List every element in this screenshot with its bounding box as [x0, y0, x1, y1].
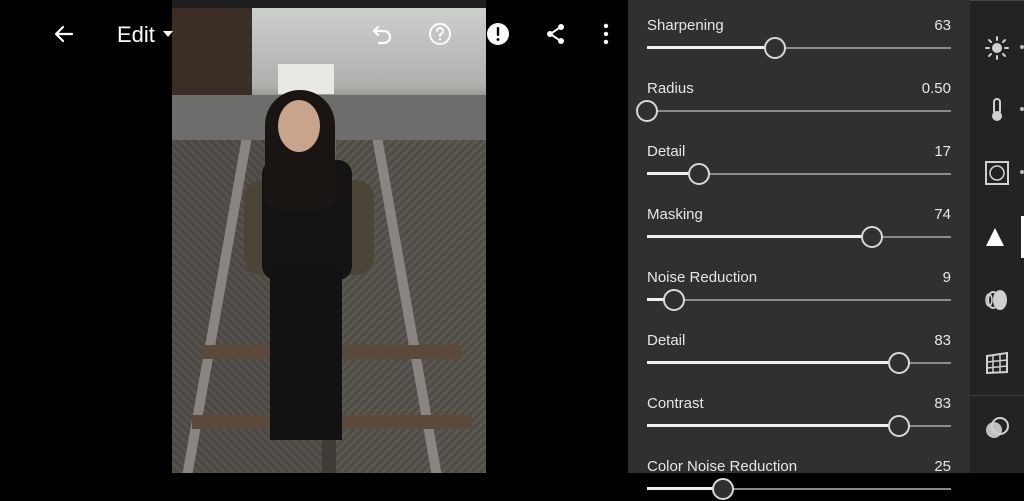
slider-detail: Detail 17 [628, 126, 970, 186]
slider-track[interactable] [647, 352, 951, 374]
slider-label: Noise Reduction [647, 269, 758, 286]
slider-fill [647, 361, 900, 364]
slider-label: Color Noise Reduction [647, 458, 798, 475]
slider-value: 74 [934, 206, 951, 223]
slider-track[interactable] [647, 478, 951, 500]
slider-track[interactable] [647, 163, 951, 185]
photo-bridge-top [172, 0, 486, 8]
slider-masking: Masking 74 [628, 189, 970, 249]
slider-value: 25 [934, 458, 951, 475]
slider-thumb[interactable] [888, 415, 911, 437]
slider-value: 63 [934, 17, 951, 34]
slider-track[interactable] [647, 415, 951, 437]
slider-label: Detail [647, 143, 686, 160]
vignette-icon [985, 161, 1009, 185]
edit-toolbar [970, 0, 1024, 473]
slider-label: Radius [647, 80, 694, 97]
back-button[interactable] [48, 18, 80, 50]
slider-color-noise-reduction: Color Noise Reduction 25 [628, 441, 970, 501]
dot-indicator [1020, 107, 1024, 111]
undo-icon [372, 25, 392, 45]
overlap-circles-icon [986, 417, 1009, 438]
slider-label: Contrast [647, 395, 704, 412]
slider-label: Sharpening [647, 17, 724, 34]
tool-color[interactable] [970, 90, 1024, 130]
lens-icon [985, 290, 1007, 310]
dot-indicator [1020, 170, 1024, 174]
sun-icon [985, 36, 1009, 60]
slider-track[interactable] [647, 37, 951, 59]
tool-mixer[interactable] [970, 408, 1024, 448]
geometry-grid-icon [986, 351, 1008, 375]
tool-geometry[interactable] [970, 343, 1024, 383]
undo-button[interactable] [366, 18, 398, 50]
tool-detail[interactable] [970, 217, 1024, 257]
slider-track[interactable] [647, 289, 951, 311]
help-icon [429, 23, 451, 45]
slider-value: 0.50 [921, 80, 951, 97]
photo-person-legs [270, 270, 342, 440]
exclamation-icon [487, 23, 509, 45]
slider-radius: Radius 0.50 [628, 63, 970, 123]
share-button[interactable] [540, 18, 572, 50]
slider-fill [647, 46, 775, 49]
slider-thumb[interactable] [860, 226, 883, 248]
caret-down-icon[interactable] [163, 31, 173, 37]
help-button[interactable] [424, 18, 456, 50]
slider-thumb[interactable] [888, 352, 911, 374]
slider-contrast: Contrast 83 [628, 378, 970, 438]
thermometer-icon [992, 98, 1002, 121]
slider-thumb[interactable] [636, 100, 658, 122]
tool-light[interactable] [970, 28, 1024, 68]
photo-person-face [278, 100, 320, 152]
slider-thumb[interactable] [763, 37, 786, 59]
slider-fill [647, 424, 900, 427]
photo-building [278, 64, 334, 94]
back-arrow-icon [54, 25, 74, 43]
slider-noise-detail: Detail 83 [628, 315, 970, 375]
slider-noise-reduction: Noise Reduction 9 [628, 252, 970, 312]
slider-track[interactable] [647, 226, 951, 248]
slider-value: 9 [942, 269, 951, 286]
slider-fill [647, 235, 872, 238]
dot-indicator [1020, 45, 1024, 49]
slider-thumb[interactable] [687, 163, 710, 185]
slider-sharpening: Sharpening 63 [628, 0, 970, 60]
share-icon [547, 24, 564, 44]
detail-panel: Sharpening 63 Radius 0.50 Detail 17 Mask… [628, 0, 970, 500]
photo-canvas[interactable] [172, 0, 486, 473]
slider-value: 83 [934, 395, 951, 412]
toolbar-divider [970, 0, 1024, 1]
alert-button[interactable] [482, 18, 514, 50]
tool-effects[interactable] [970, 153, 1024, 193]
toolbar-divider [970, 395, 1024, 396]
mode-selector-label[interactable]: Edit [117, 22, 155, 48]
slider-track[interactable] [636, 100, 951, 122]
detail-triangle-icon [986, 228, 1004, 246]
slider-value: 17 [934, 143, 951, 160]
slider-label: Detail [647, 332, 686, 349]
more-vertical-icon [603, 23, 609, 45]
slider-value: 83 [934, 332, 951, 349]
tool-optics[interactable] [970, 280, 1024, 320]
slider-thumb[interactable] [663, 289, 686, 311]
more-options-button[interactable] [590, 18, 622, 50]
slider-label: Masking [647, 206, 703, 223]
slider-thumb[interactable] [712, 478, 734, 500]
